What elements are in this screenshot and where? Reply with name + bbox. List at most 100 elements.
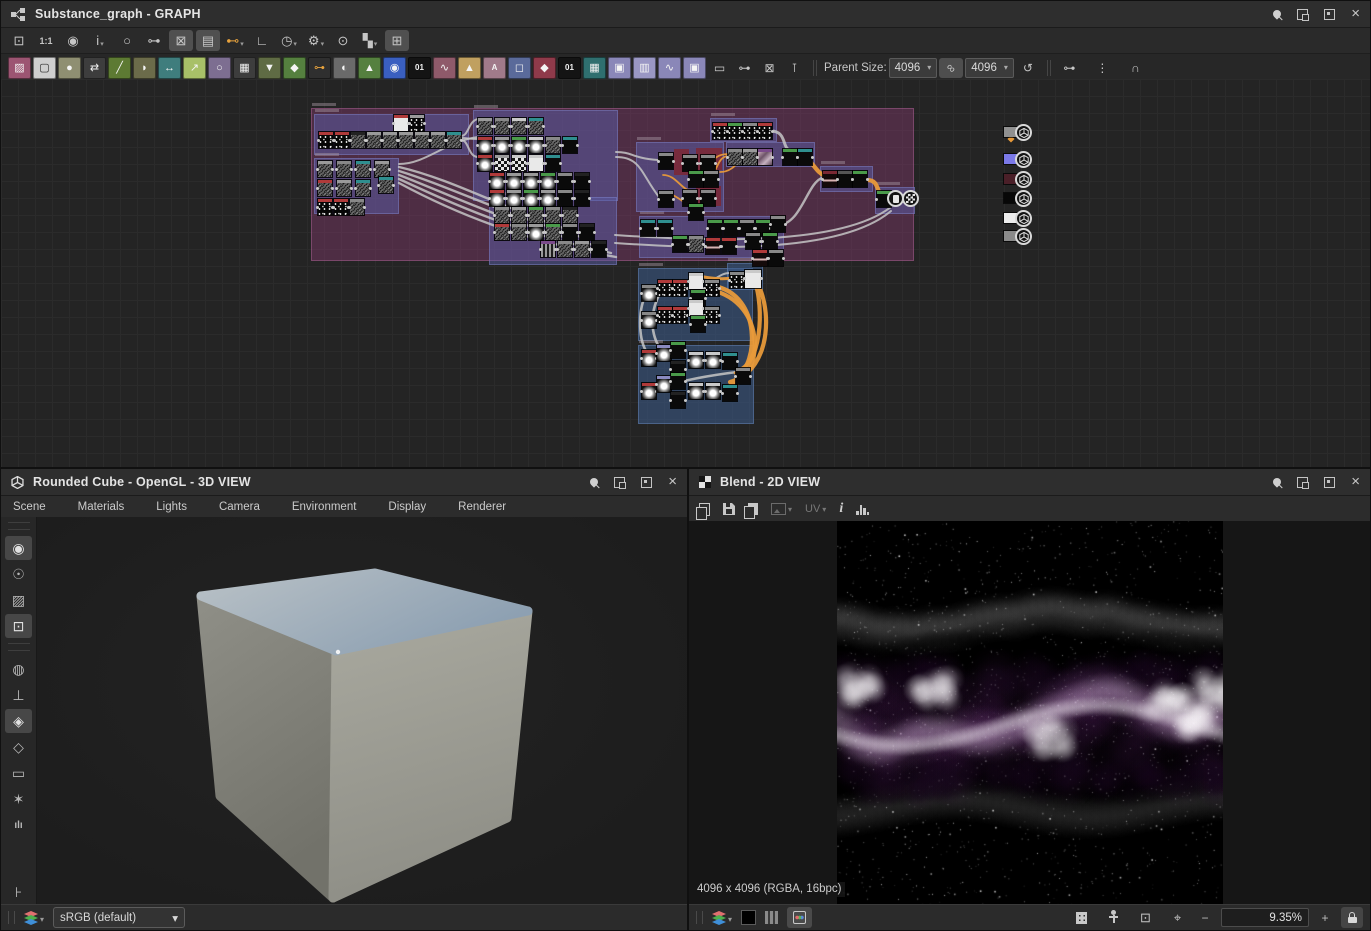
graph-node[interactable] (722, 238, 736, 254)
pin-icon[interactable] (1272, 476, 1283, 487)
histogram-scan-node-button[interactable]: ▲ (358, 57, 381, 79)
graph-node[interactable] (356, 161, 370, 177)
info-mode-button[interactable]: i▾ (88, 30, 112, 51)
environment-settings-icon[interactable]: ▨ (5, 588, 32, 612)
lights-settings-icon[interactable]: ☉ (5, 562, 32, 586)
graph-node[interactable] (689, 236, 703, 252)
fractal-node-button[interactable]: ▦ (583, 57, 606, 79)
graph-node[interactable] (708, 220, 722, 236)
float-window-icon[interactable] (614, 477, 625, 488)
duplicate-view-icon[interactable] (699, 503, 710, 516)
save-icon[interactable] (723, 503, 735, 515)
graph-node[interactable] (689, 300, 703, 316)
dot-link-node-button[interactable]: ⊶ (308, 57, 331, 79)
graph-node[interactable] (563, 224, 577, 240)
wire-routing-button[interactable]: ∟ (250, 30, 274, 51)
graph-node[interactable] (575, 173, 589, 189)
graph-node[interactable] (529, 118, 543, 134)
graph-node[interactable] (337, 161, 351, 177)
graph-node[interactable] (580, 224, 594, 240)
blend-node-button[interactable]: ◐ (333, 57, 356, 79)
graph-node[interactable] (746, 233, 760, 249)
bitmap-node-button[interactable]: ▨ (8, 57, 31, 79)
transform-node-button[interactable]: ↔ (158, 57, 181, 79)
graph-node[interactable] (853, 171, 867, 187)
gradient-map-node-button[interactable]: ◉ (383, 57, 406, 79)
plane-mesh-icon[interactable]: ▭ (5, 761, 32, 785)
graph-node[interactable] (337, 180, 351, 196)
graph-node[interactable] (728, 149, 742, 165)
search-button[interactable]: ○ (115, 30, 139, 51)
graph-node[interactable] (642, 285, 656, 301)
geometry-sphere-icon[interactable]: ◍ (5, 657, 32, 681)
graph-node[interactable] (478, 155, 492, 171)
graph-node[interactable] (379, 177, 393, 193)
graph-node[interactable] (691, 316, 705, 332)
menu-materials[interactable]: Materials (78, 501, 141, 513)
graph-node[interactable] (673, 280, 687, 296)
graph-node[interactable] (529, 207, 543, 223)
maximize-icon[interactable] (1324, 477, 1335, 488)
graph-node[interactable] (318, 180, 332, 196)
menu-camera[interactable]: Camera (219, 501, 276, 513)
graph-node[interactable] (512, 155, 526, 171)
graph-node[interactable] (524, 190, 538, 206)
graph-node[interactable] (838, 171, 852, 187)
colorspace-layers-icon[interactable]: ▾ (712, 911, 732, 924)
graph-node[interactable] (478, 118, 492, 134)
graph-canvas[interactable] (1, 79, 1370, 467)
graph-node[interactable] (641, 220, 655, 236)
output-node[interactable] (1015, 151, 1032, 168)
menu-lights[interactable]: Lights (156, 501, 203, 513)
maximize-icon[interactable] (641, 477, 652, 488)
display-settings-icon[interactable]: ⊡ (5, 614, 32, 638)
frame-all-button[interactable]: ⊡ (7, 30, 31, 51)
link-size-button[interactable]: ∞ (939, 58, 963, 78)
graph-node[interactable] (447, 132, 461, 148)
rgb-display-icon[interactable] (787, 907, 812, 928)
graph-node[interactable] (512, 224, 526, 240)
graph-node[interactable] (769, 250, 783, 266)
value-node-button[interactable]: 01 (558, 57, 581, 79)
graph-node[interactable] (736, 368, 750, 384)
graph-node[interactable] (318, 161, 332, 177)
graph-node[interactable] (495, 155, 509, 171)
graph-node[interactable] (350, 199, 364, 215)
rounded-cube-mesh-icon[interactable]: ◈ (5, 709, 32, 733)
menu-display[interactable]: Display (388, 501, 442, 513)
graph-node[interactable] (490, 190, 504, 206)
render-stats-icon[interactable]: ılı (5, 813, 32, 837)
graph-node[interactable] (399, 132, 413, 148)
colorspace-select[interactable]: sRGB (default)▾ (53, 907, 185, 928)
graph-node[interactable] (657, 345, 671, 361)
graph-node[interactable] (673, 307, 687, 323)
uv-overlay-dropdown[interactable]: UV▾ (805, 503, 826, 515)
graph-view-mode-button[interactable]: ⊠ (169, 30, 193, 51)
graph-node[interactable] (546, 137, 560, 153)
graph-node[interactable] (706, 383, 720, 399)
graph-node[interactable] (659, 191, 673, 207)
graph-node[interactable] (657, 376, 671, 392)
graph-node[interactable] (558, 190, 572, 206)
compute-timing-button[interactable]: ◷▾ (277, 30, 301, 51)
curve-node-button[interactable]: ╱ (108, 57, 131, 79)
fx-gradient-node-button[interactable]: ▥ (633, 57, 656, 79)
graph-node[interactable] (730, 272, 744, 288)
graph-node[interactable] (671, 392, 685, 408)
graph-node[interactable] (495, 207, 509, 223)
histogram-icon[interactable] (856, 504, 870, 515)
output-node[interactable] (1015, 228, 1032, 245)
svg-node-button[interactable]: ▢ (33, 57, 56, 79)
graph-node[interactable] (706, 238, 720, 254)
graph-node[interactable] (723, 353, 737, 369)
background-image-icon[interactable]: ▾ (771, 503, 792, 515)
flood-fill-node-button[interactable]: ◆ (533, 57, 556, 79)
graph-node[interactable] (356, 180, 370, 196)
graph-node[interactable] (495, 118, 509, 134)
screenshot-button[interactable]: ◉ (61, 30, 85, 51)
graph-node[interactable] (689, 204, 703, 220)
graph-node[interactable] (689, 171, 703, 187)
preview-mode-button[interactable]: ⊙ (331, 30, 355, 51)
turbine-mesh-icon[interactable]: ✶ (5, 787, 32, 811)
final-output-preview-node[interactable] (902, 190, 919, 207)
